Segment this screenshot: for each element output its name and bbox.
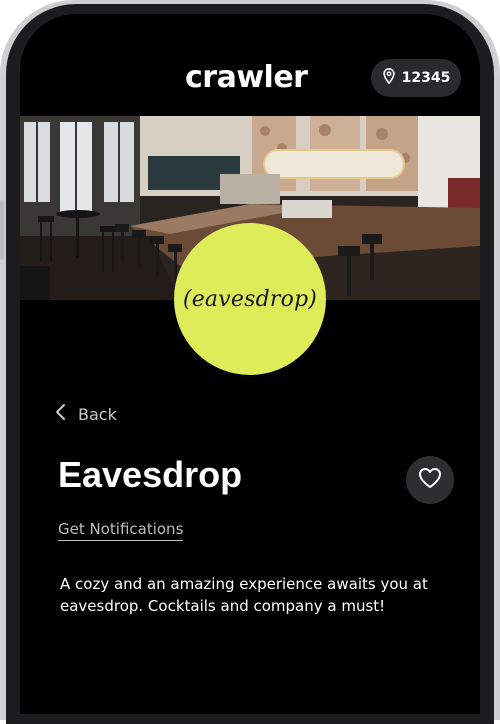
venue-logo: (eavesdrop) [174, 223, 326, 375]
venue-description: A cozy and an amazing experience awaits … [60, 575, 428, 615]
heart-icon [418, 467, 442, 493]
venue-logo-text: (eavesdrop) [182, 286, 318, 312]
chevron-left-icon [54, 403, 68, 425]
location-button[interactable]: 12345 [371, 59, 461, 97]
map-pin-icon [382, 68, 396, 88]
side-button [0, 200, 4, 260]
back-button[interactable]: Back [54, 403, 117, 425]
app-logo: crawler [185, 60, 308, 95]
app-screen: crawler 12345 (eavesdrop) Back Eavesdrop… [20, 14, 480, 714]
zip-code: 12345 [401, 70, 451, 86]
get-notifications-link[interactable]: Get Notifications [58, 520, 184, 541]
favorite-button[interactable] [406, 456, 454, 504]
venue-title: Eavesdrop [58, 454, 243, 495]
back-label: Back [78, 404, 117, 424]
